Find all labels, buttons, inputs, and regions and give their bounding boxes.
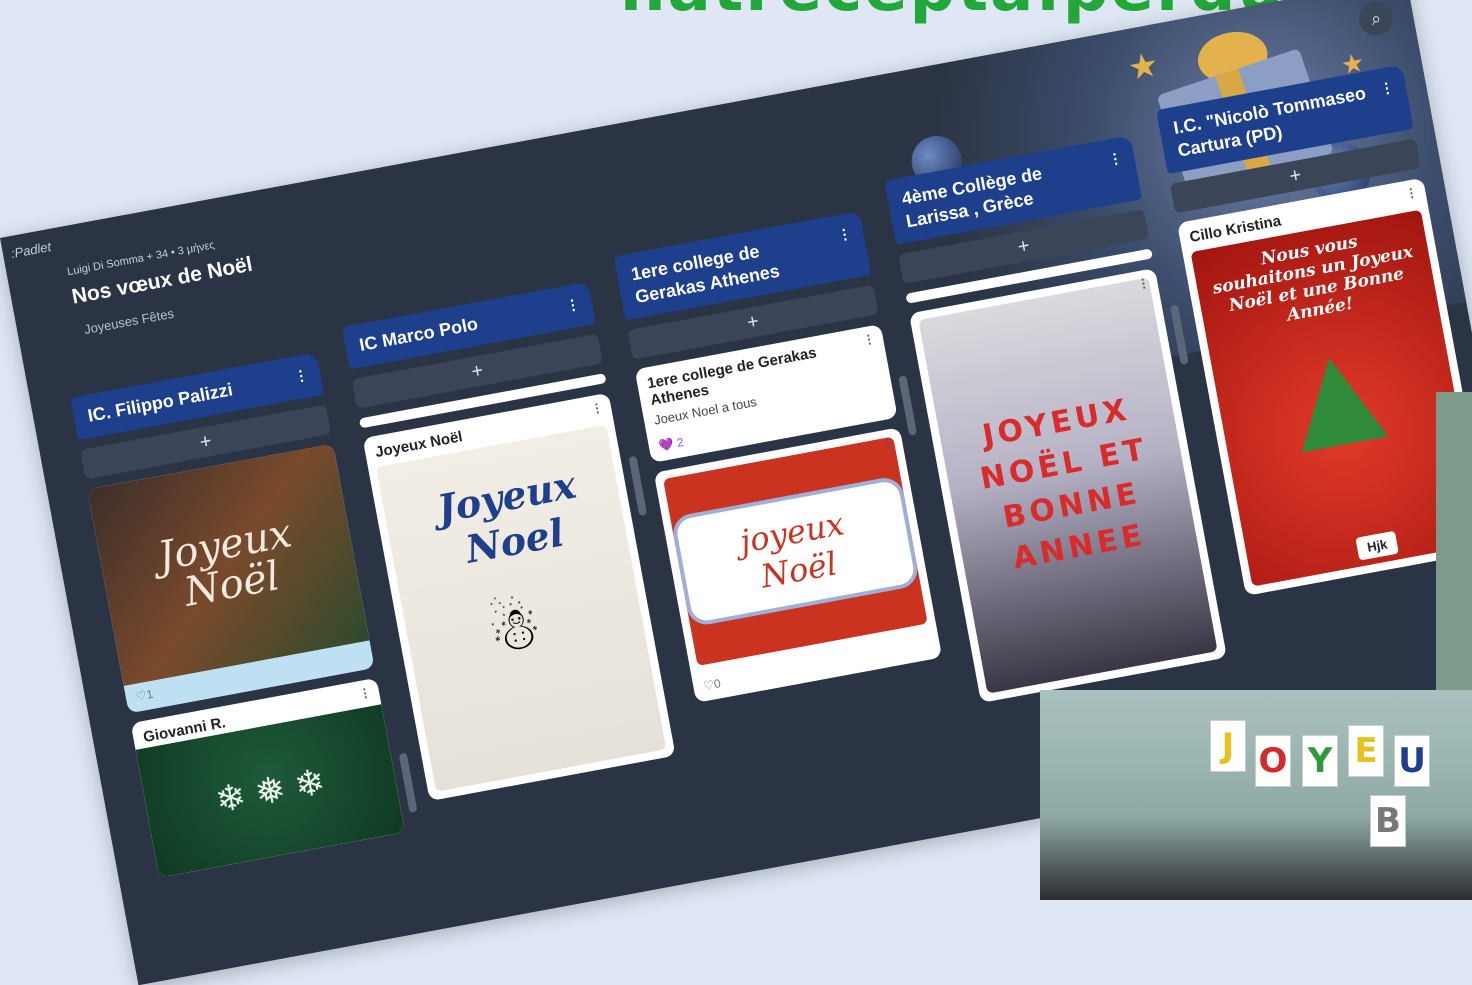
star-icon: ★ <box>1124 45 1162 89</box>
more-options-icon[interactable]: ⋮ <box>590 400 604 416</box>
column-title: IC Marco Polo <box>357 313 480 356</box>
post-card[interactable]: ⋮ joyeux Noël ♡0 <box>653 427 943 703</box>
post-image: Nous vous souhaitons un Joyeux Noël et u… <box>1190 209 1472 587</box>
column-title: IC. Filippo Palizzi <box>86 379 235 426</box>
more-options-icon[interactable]: ⋮ <box>293 366 310 386</box>
post-image: Joyeux Noel ☃ <box>375 424 667 792</box>
letter-card: B <box>1370 795 1406 847</box>
letter-card: E <box>1348 725 1384 777</box>
christmas-tree-icon: ▲ <box>1247 297 1424 490</box>
column-marco-polo: IC Marco Polo ⋮ + ⋮ Joyeux Noël Joyeux N… <box>341 281 676 801</box>
more-options-icon[interactable]: ⋮ <box>1107 149 1124 169</box>
board-subtitle: Joyeuses Fêtes <box>82 305 176 338</box>
more-options-icon[interactable]: ⋮ <box>1379 79 1396 99</box>
snowflake-icon: ❄ ❅ ❄ <box>212 759 329 821</box>
column-title: 1ere college de Gerakas Athenes <box>629 241 782 307</box>
post-image: joyeux Noël <box>663 436 928 667</box>
letter-card: U <box>1394 735 1430 787</box>
letter-card: O <box>1255 735 1291 787</box>
more-options-icon[interactable]: ⋮ <box>564 296 581 316</box>
snowman-icon: ☃ <box>482 590 548 667</box>
post-card[interactable]: ⋮ Giovanni R. ❄ ❅ ❄ <box>130 677 405 878</box>
padlet-logo: :Padlet <box>9 238 53 262</box>
more-options-icon[interactable]: ⋮ <box>836 225 853 245</box>
more-options-icon[interactable]: ⋮ <box>358 685 372 701</box>
image-caption: Hjk <box>1355 530 1400 561</box>
more-options-icon[interactable]: ⋮ <box>862 331 876 347</box>
column-title: 4ème Collège de Larissa , Grèce <box>900 163 1044 231</box>
more-options-icon[interactable]: ⋮ <box>1136 275 1150 291</box>
post-card[interactable]: ⋮ Joyeux Noël Joyeux Noel ☃ <box>362 392 676 801</box>
column-scrollbar[interactable] <box>628 455 648 517</box>
post-card[interactable]: ⋮ Cillo Kristina Nous vous souhaitons un… <box>1177 177 1472 596</box>
post-card[interactable]: Joyeux Noël ♡1 <box>87 443 375 713</box>
column-scrollbar[interactable] <box>398 752 418 813</box>
more-options-icon[interactable]: ⋮ <box>881 435 895 451</box>
background-photo-edge <box>1436 392 1472 692</box>
letter-card: J <box>1210 720 1246 772</box>
column-filippo-palizzi: IC. Filippo Palizzi ⋮ + Joyeux Noël ♡1 ⋮… <box>70 352 405 878</box>
letter-card: Y <box>1302 735 1338 787</box>
students-photo: J O Y E U B <box>1040 690 1472 900</box>
more-options-icon[interactable]: ⋮ <box>1404 185 1418 201</box>
